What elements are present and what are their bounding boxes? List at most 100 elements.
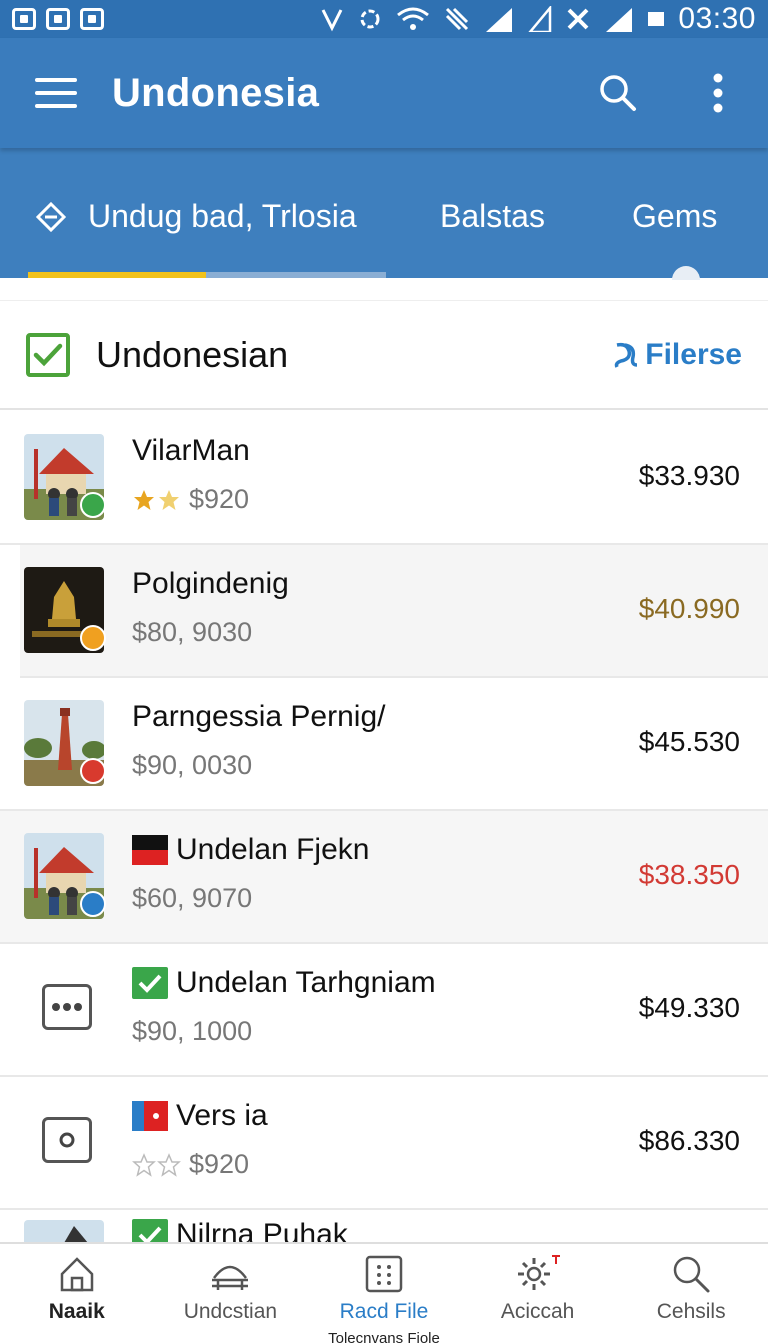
item-subtitle: $920 [132,1149,249,1180]
wifi-icon [397,7,430,30]
list-item[interactable]: Undelan Tarhgniam $90, 1000 $49.330 [0,944,768,1077]
clock: 03:30 [678,2,756,35]
item-sub-price: $920 [189,484,250,514]
section-title: Undonesian [96,333,289,375]
nav-undcstian[interactable]: Undcstian [154,1244,308,1344]
item-sub-price: $60, 9070 [132,883,253,913]
signal-3-icon [606,8,633,32]
item-name: Parngessia Pernig/ [132,700,386,733]
item-name: Polgindenig [132,567,289,600]
star-filled-icon [159,489,179,510]
nav-label: Undcstian [183,1300,278,1323]
nav-label: Cehsils [656,1300,726,1323]
tab-label: Undug bad, Trlosia [88,198,357,234]
item-sub-price: $90, 1000 [132,1016,253,1046]
item-name-text: Vers ia [176,1099,268,1132]
bottom-navigation: Naaik Undcstian Racd File Tolecnvans Fio… [0,1242,768,1344]
filter-icon [615,342,638,368]
list-item[interactable]: Polgindenig $80, 9030 $40.990 [20,545,768,678]
list-item[interactable]: Undelan Fjekn $60, 9070 $38.350 [0,811,768,944]
menu-icon [35,78,77,108]
item-name-text: Undelan Tarhgniam [176,966,436,999]
item-subtitle: $90, 1000 [132,1016,252,1047]
nav-sublabel: Tolecnvans Fiole [328,1330,440,1344]
more-vert-icon [713,73,723,113]
notification-icons [12,8,104,30]
nav-label: Aciccah [500,1300,575,1323]
battery-icon [648,12,665,26]
more-options-button[interactable] [668,38,768,148]
menu-button[interactable] [0,38,112,148]
check-icon [33,343,63,366]
record-icon [42,1117,92,1163]
item-price: $86.330 [638,1125,740,1156]
filter-label: Filerse [645,337,742,371]
flag-icon [132,1101,168,1131]
star-filled-icon [134,489,154,510]
diamond-icon [36,201,66,232]
list-item[interactable]: VilarMan $920 $33.930 [0,412,768,545]
data-icon [446,7,469,31]
item-subtitle: $90, 0030 [132,750,252,781]
rating-stars [132,1152,181,1177]
item-subtitle: $920 [132,484,249,515]
search-icon [673,1256,710,1293]
item-sub-price: $90, 0030 [132,750,253,780]
item-price: $49.330 [638,992,740,1023]
filter-button[interactable]: Filerse [611,338,742,372]
item-badge [80,758,106,784]
signal-icon [486,8,513,32]
item-price: $45.530 [638,726,740,757]
item-price: $40.990 [638,593,740,624]
check-badge-icon [132,967,168,999]
nav-racd-file[interactable]: Racd File Tolecnvans Fiole [307,1244,461,1344]
item-price: $33.930 [638,460,740,491]
section-checkbox[interactable] [26,332,70,377]
item-name: VilarMan [132,434,250,467]
rating-stars [132,488,181,512]
item-name: Vers ia [132,1099,268,1133]
flag-icon [132,835,168,865]
item-sub-price: $80, 9030 [132,617,253,647]
tab-undug[interactable]: Undug bad, Trlosia [36,198,357,235]
item-badge [80,891,106,917]
home-icon [60,1257,94,1292]
item-badge [80,492,106,518]
nav-label: Racd File [339,1300,429,1323]
signal-2-icon [528,6,552,32]
window-notification-icon [80,8,104,30]
item-sub-price: $920 [189,1149,250,1179]
settings-icon [517,1255,560,1290]
item-price: $38.350 [638,859,740,890]
item-subtitle: $80, 9030 [132,617,252,648]
item-name: Undelan Tarhgniam [132,966,436,1000]
list-item[interactable]: Vers ia $920 $86.330 [0,1077,768,1210]
phone-notification-icon [46,8,70,30]
page-title: Undonesia [112,70,320,115]
nav-aciccah[interactable]: Aciccah [461,1244,615,1344]
nav-cehsils[interactable]: Cehsils [614,1244,768,1344]
x-icon [568,8,589,30]
list-item[interactable]: Parngessia Pernig/ $90, 0030 $45.530 [0,678,768,811]
item-name-text: Undelan Fjekn [176,833,370,866]
item-subtitle: $60, 9070 [132,883,252,914]
section-header: Undonesian Filerse [0,300,768,410]
nav-label: Naaik [48,1300,105,1323]
item-list: VilarMan $920 $33.930 Polgindenig $80, 9… [0,412,768,1260]
search-button[interactable] [568,38,668,148]
grid-icon [365,1255,403,1293]
nav-naaik[interactable]: Naaik [0,1244,154,1344]
status-bar: 03:30 [0,0,768,38]
star-empty-icon [132,1152,156,1177]
tab-balstas[interactable]: Balstas [440,198,545,235]
search-icon [600,75,636,111]
cassette-icon [42,984,92,1030]
item-name: Undelan Fjekn [132,833,369,867]
sync-icon [360,9,380,29]
tab-bar: Undug bad, Trlosia Balstas Gems [0,148,768,278]
item-badge [80,625,106,651]
nfc-icon [322,9,343,32]
app-bar: Undonesia [0,38,768,148]
dome-icon [212,1265,249,1290]
tab-gems[interactable]: Gems [632,198,717,235]
